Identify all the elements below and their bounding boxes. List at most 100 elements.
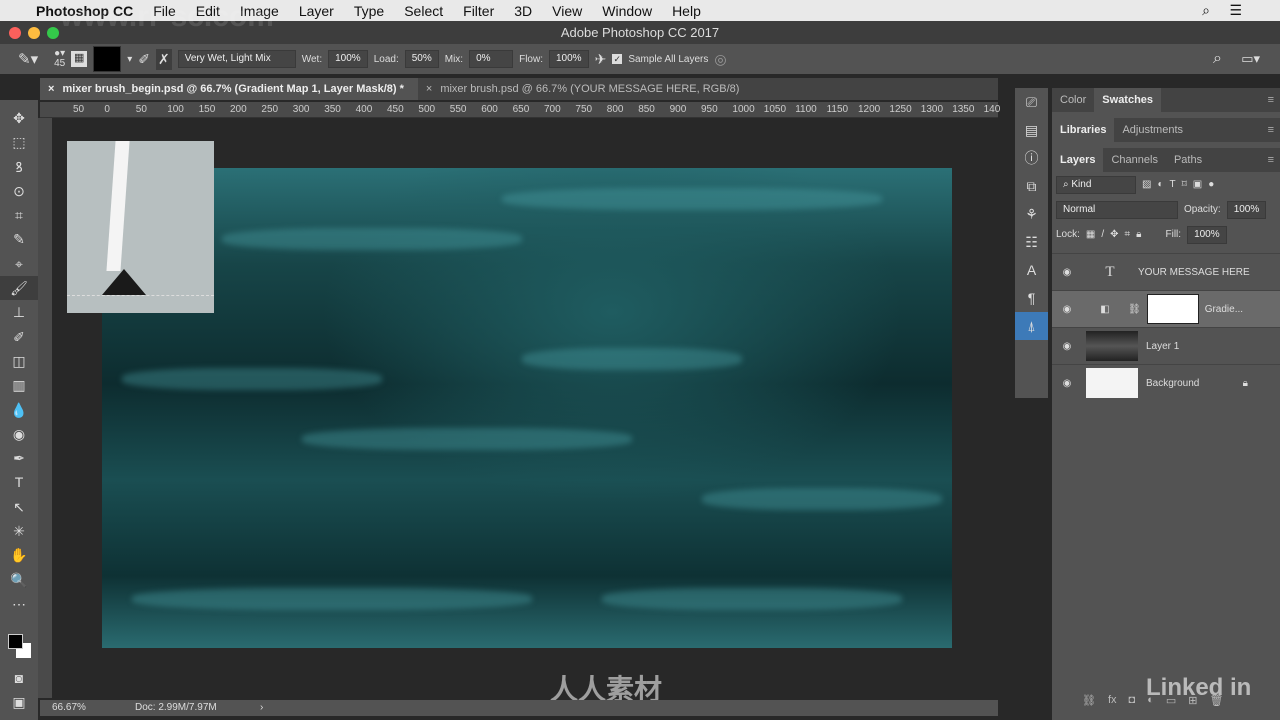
tab-mixer-brush-begin[interactable]: × mixer brush_begin.psd @ 66.7% (Gradient… bbox=[40, 78, 418, 100]
filter-type-icon[interactable]: T bbox=[1170, 179, 1176, 190]
spotlight-search-icon[interactable]: ⌕ bbox=[1202, 2, 1210, 19]
vertical-ruler[interactable] bbox=[38, 118, 52, 698]
menu-list-icon[interactable]: ☰ bbox=[1229, 2, 1242, 19]
menu-view[interactable]: View bbox=[552, 3, 582, 19]
panel-menu-icon[interactable]: ≡ bbox=[1268, 124, 1274, 136]
menu-window[interactable]: Window bbox=[602, 3, 652, 19]
airbrush-icon[interactable]: ✈ bbox=[595, 51, 607, 68]
history-icon[interactable]: ⎚ bbox=[1015, 88, 1048, 116]
fill-input[interactable]: 100% bbox=[1187, 225, 1227, 244]
tool-icon-1[interactable]: ⬚ bbox=[0, 130, 38, 154]
tool-icon-10[interactable]: ◫ bbox=[0, 349, 38, 373]
menu-filter[interactable]: Filter bbox=[463, 3, 494, 19]
libraries-icon[interactable]: ⍋ bbox=[1015, 312, 1048, 340]
tool-icon-16[interactable]: ↖ bbox=[0, 495, 38, 519]
tool-icon-14[interactable]: ✒ bbox=[0, 446, 38, 470]
zoom-level[interactable]: 66.67% bbox=[52, 700, 86, 716]
foreground-color-swatch[interactable] bbox=[8, 634, 23, 649]
link-layers-icon[interactable]: ⛓ bbox=[1082, 694, 1096, 707]
flow-input[interactable]: 100% bbox=[549, 50, 589, 68]
zoom-window-button[interactable] bbox=[47, 27, 59, 39]
close-tab-icon[interactable]: × bbox=[48, 83, 54, 95]
layer-row-layer-1[interactable]: ◉ Layer 1 bbox=[1052, 327, 1280, 364]
navigator-icon[interactable]: ▤ bbox=[1015, 116, 1048, 144]
character-icon[interactable]: A bbox=[1015, 256, 1048, 284]
painted-canvas-image[interactable] bbox=[102, 168, 952, 648]
lock-position-icon[interactable]: ✥ bbox=[1110, 229, 1118, 240]
layer-row-background[interactable]: ◉ Background 🔒︎ bbox=[1052, 364, 1280, 401]
tool-icon-15[interactable]: T bbox=[0, 470, 38, 494]
tool-icon-8[interactable]: ⊥ bbox=[0, 300, 38, 324]
visibility-eye-icon[interactable]: ◉ bbox=[1052, 304, 1082, 315]
sample-all-layers-checkbox[interactable]: ✓ bbox=[612, 54, 623, 64]
close-tab-icon[interactable]: × bbox=[426, 83, 432, 95]
tab-paths[interactable]: Paths bbox=[1166, 148, 1210, 172]
filter-smart-object-icon[interactable]: ▣ bbox=[1193, 179, 1202, 190]
filter-shape-icon[interactable]: ⌑ bbox=[1182, 179, 1187, 190]
tool-icon-2[interactable]: ꝸ bbox=[0, 155, 38, 179]
layer-name[interactable]: Background bbox=[1146, 378, 1199, 389]
horizontal-ruler[interactable]: 50 0 50 100 150 200 250 300 350 400 450 500 550 600 65… bbox=[40, 102, 1000, 118]
load-brush-toggle-icon[interactable]: ✐ bbox=[138, 51, 150, 68]
blend-preset-select[interactable]: Very Wet, Light Mix bbox=[177, 50, 296, 68]
properties-icon[interactable]: ☷ bbox=[1015, 228, 1048, 256]
tab-layers[interactable]: Layers bbox=[1052, 148, 1104, 172]
layer-name[interactable]: Gradie... bbox=[1205, 304, 1243, 315]
opacity-input[interactable]: 100% bbox=[1226, 200, 1267, 219]
workspace-icon[interactable]: ▭▾ bbox=[1241, 51, 1260, 67]
mask-link-icon[interactable]: ⛓ bbox=[1128, 304, 1141, 315]
status-menu-arrow-icon[interactable]: › bbox=[260, 700, 263, 716]
menu-help[interactable]: Help bbox=[672, 3, 701, 19]
quick-mask-icon[interactable]: ◙ bbox=[0, 666, 38, 690]
mix-input[interactable]: 0% bbox=[469, 50, 514, 68]
menu-layer[interactable]: Layer bbox=[299, 3, 334, 19]
blend-mode-select[interactable]: Normal bbox=[1056, 200, 1178, 219]
tool-icon-19[interactable]: 🔍 bbox=[0, 568, 38, 592]
layer-row-text[interactable]: ◉ T YOUR MESSAGE HERE bbox=[1052, 253, 1280, 290]
lock-transparent-icon[interactable]: ▦ bbox=[1086, 229, 1095, 240]
layer-filter-kind-select[interactable]: ⌕ Kind bbox=[1056, 175, 1136, 194]
tab-libraries[interactable]: Libraries bbox=[1052, 118, 1115, 142]
brush-presets-icon[interactable]: ⚘ bbox=[1015, 200, 1048, 228]
layer-name[interactable]: Layer 1 bbox=[1146, 341, 1179, 352]
tool-icon-13[interactable]: ◉ bbox=[0, 422, 38, 446]
panel-menu-icon[interactable]: ≡ bbox=[1268, 154, 1274, 166]
tab-channels[interactable]: Channels bbox=[1103, 148, 1165, 172]
tool-icon-5[interactable]: ✎ bbox=[0, 227, 38, 251]
tool-icon-6[interactable]: ⌖ bbox=[0, 252, 38, 276]
screen-mode-icon[interactable]: ▣ bbox=[0, 690, 38, 714]
wet-input[interactable]: 100% bbox=[328, 50, 368, 68]
pressure-icon[interactable]: ◎ bbox=[714, 51, 726, 68]
add-mask-icon[interactable]: ◘ bbox=[1129, 694, 1136, 707]
menu-type[interactable]: Type bbox=[354, 3, 384, 19]
menu-select[interactable]: Select bbox=[404, 3, 443, 19]
fx-icon[interactable]: fx bbox=[1108, 694, 1117, 707]
tool-icon-3[interactable]: ⊙ bbox=[0, 179, 38, 203]
tool-icon-7[interactable]: 🖌 bbox=[0, 276, 38, 301]
visibility-eye-icon[interactable]: ◉ bbox=[1052, 378, 1082, 389]
clean-brush-toggle-icon[interactable]: ✗ bbox=[156, 48, 172, 70]
tool-icon-11[interactable]: ▥ bbox=[0, 373, 38, 397]
paragraph-icon[interactable]: ¶ bbox=[1015, 284, 1048, 312]
menu-3d[interactable]: 3D bbox=[514, 3, 532, 19]
lock-pixels-icon[interactable]: / bbox=[1101, 229, 1104, 240]
clone-source-icon[interactable]: ⧉ bbox=[1015, 172, 1048, 200]
brush-panel-icon[interactable]: ▦ bbox=[71, 51, 88, 67]
tool-icon-9[interactable]: ✐ bbox=[0, 325, 38, 349]
filter-toggle[interactable]: ● bbox=[1208, 179, 1214, 190]
search-icon[interactable]: ⌕ bbox=[1213, 50, 1222, 68]
tool-icon-17[interactable]: ✳ bbox=[0, 519, 38, 543]
filter-pixel-icon[interactable]: ▨ bbox=[1142, 179, 1151, 190]
lock-artboard-icon[interactable]: ⌗ bbox=[1125, 229, 1131, 240]
layer-row-gradient-map[interactable]: ◉ ◧ ⛓ Gradie... bbox=[1052, 290, 1280, 327]
visibility-eye-icon[interactable]: ◉ bbox=[1052, 341, 1082, 352]
info-icon[interactable]: ⓘ bbox=[1015, 144, 1048, 172]
close-window-button[interactable] bbox=[9, 27, 21, 39]
filter-adjustment-icon[interactable]: ◐ bbox=[1157, 179, 1163, 190]
minimize-window-button[interactable] bbox=[28, 27, 40, 39]
lock-all-icon[interactable]: 🔒︎ bbox=[1136, 229, 1141, 240]
brush-size-picker[interactable]: ●▾ 45 bbox=[54, 49, 65, 69]
tab-mixer-brush[interactable]: × mixer brush.psd @ 66.7% (YOUR MESSAGE H… bbox=[418, 78, 754, 100]
tab-color[interactable]: Color bbox=[1052, 88, 1094, 112]
layer-mask-thumbnail[interactable] bbox=[1146, 294, 1199, 324]
